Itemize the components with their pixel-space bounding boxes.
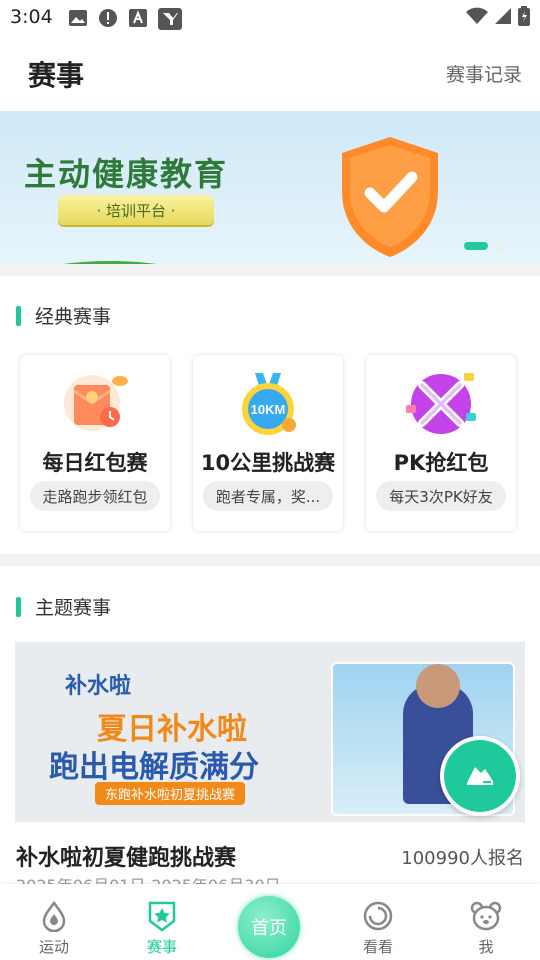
image-icon bbox=[69, 10, 87, 26]
daily-redpacket-card[interactable]: 每日红包赛 走路跑步领红包 bbox=[20, 355, 170, 531]
page-title: 赛事 bbox=[28, 59, 85, 92]
banner-pagination bbox=[464, 241, 506, 251]
tab-me[interactable]: 我 bbox=[432, 884, 540, 960]
classic-cards: 每日红包赛 走路跑步领红包 10KM 10公里挑战赛 跑者专属，奖... PK抢… bbox=[20, 355, 516, 531]
card-subtitle: 走路跑步领红包 bbox=[30, 481, 160, 511]
tab-label: 看看 bbox=[362, 938, 393, 956]
home-button[interactable]: 首页 bbox=[238, 896, 300, 958]
event-record-link[interactable]: 赛事记录 bbox=[446, 60, 522, 87]
running-shoe-icon bbox=[467, 767, 493, 785]
card-title: PK抢红包 bbox=[393, 451, 489, 475]
red-envelope-icon bbox=[64, 375, 128, 431]
status-time: 3:04 bbox=[10, 6, 53, 28]
font-icon bbox=[129, 9, 147, 27]
medal-text: 10KM bbox=[251, 402, 286, 417]
bear-icon bbox=[470, 901, 502, 931]
pagination-dot-active bbox=[464, 242, 488, 250]
event-title[interactable]: 补水啦初夏健跑挑战赛 bbox=[16, 840, 236, 872]
section-divider bbox=[0, 264, 540, 276]
card-title: 10公里挑战赛 bbox=[200, 451, 336, 475]
tab-watch[interactable]: 看看 bbox=[324, 884, 432, 960]
start-run-fab[interactable] bbox=[440, 736, 520, 816]
notification-icons bbox=[68, 8, 182, 30]
tab-events[interactable]: 赛事 bbox=[108, 884, 216, 960]
banner-pill: · 培训平台 · bbox=[58, 195, 214, 225]
theme-section-header: 主题赛事 bbox=[16, 593, 111, 620]
tab-label: 我 bbox=[478, 938, 494, 956]
section-accent-bar bbox=[16, 596, 21, 617]
shield-check-icon bbox=[342, 137, 438, 257]
crossed-swords-icon bbox=[406, 373, 476, 434]
battery-icon bbox=[518, 6, 530, 26]
pk-redpacket-card[interactable]: PK抢红包 每天3次PK好友 bbox=[366, 355, 516, 531]
theme-brand: 补水啦 bbox=[65, 674, 132, 699]
header: 赛事 赛事记录 bbox=[0, 40, 540, 108]
wifi-icon bbox=[466, 7, 488, 24]
event-signup-count: 100990人报名 bbox=[401, 848, 524, 869]
banner-title: 主动健康教育 bbox=[24, 155, 229, 193]
10km-challenge-card[interactable]: 10KM 10公里挑战赛 跑者专属，奖... bbox=[193, 355, 343, 531]
theme-tag: 东跑补水啦初夏挑战赛 bbox=[95, 782, 246, 805]
drop-icon bbox=[42, 900, 66, 932]
section-accent-bar bbox=[16, 305, 21, 326]
alert-icon bbox=[99, 9, 117, 27]
10km-medal-icon: 10KM bbox=[242, 373, 296, 435]
section-divider bbox=[0, 554, 540, 566]
section-title: 经典赛事 bbox=[35, 306, 112, 328]
spiral-icon bbox=[363, 901, 393, 931]
card-subtitle: 每天3次PK好友 bbox=[376, 481, 506, 511]
promo-banner[interactable]: 主动健康教育 · 培训平台 · bbox=[0, 111, 540, 264]
tab-sport[interactable]: 运动 bbox=[0, 884, 108, 960]
pagination-dot bbox=[496, 241, 506, 251]
tab-label: 运动 bbox=[38, 938, 69, 956]
classic-section-header: 经典赛事 bbox=[16, 302, 111, 329]
bottom-tabbar: 运动 赛事 首页 看看 我 bbox=[0, 884, 540, 960]
person-head bbox=[416, 664, 460, 708]
card-title: 每日红包赛 bbox=[42, 451, 148, 475]
fab-inner bbox=[444, 740, 516, 812]
system-icons bbox=[466, 6, 530, 26]
section-title: 主题赛事 bbox=[35, 597, 112, 619]
medal-icon bbox=[148, 901, 176, 932]
signal-icon bbox=[495, 8, 511, 24]
app-logo-icon bbox=[158, 8, 182, 30]
theme-subheadline: 跑出电解质满分 bbox=[49, 750, 259, 785]
card-subtitle: 跑者专属，奖... bbox=[203, 481, 333, 511]
tab-label: 赛事 bbox=[146, 938, 177, 956]
status-bar: 3:04 bbox=[0, 0, 540, 36]
